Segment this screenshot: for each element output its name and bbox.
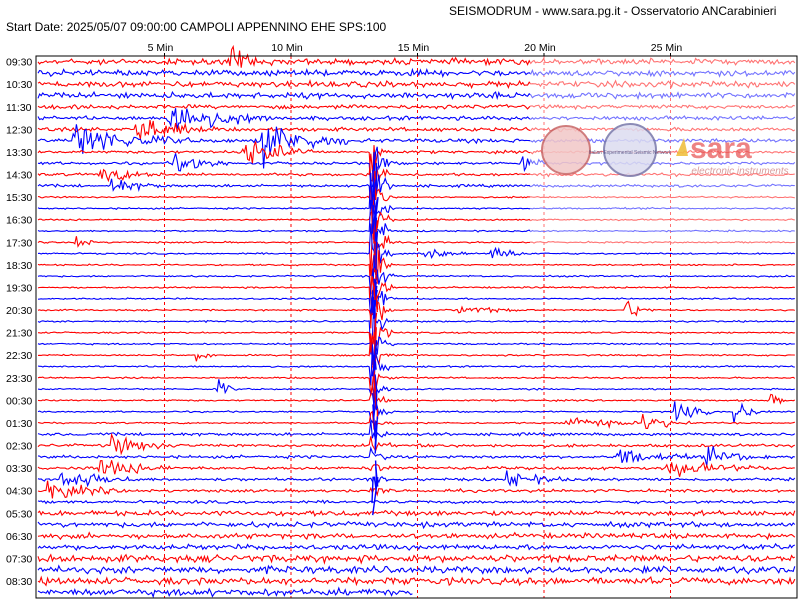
trace-row — [37, 531, 796, 541]
y-time-label: 17:30 — [6, 237, 32, 249]
y-time-label: 00:30 — [6, 395, 32, 407]
trace-row — [37, 575, 796, 587]
y-time-label: 12:30 — [6, 124, 32, 136]
trace-row — [37, 344, 795, 387]
trace-row — [37, 432, 795, 456]
x-tick-label: 10 Min — [271, 42, 303, 54]
y-time-label: 10:30 — [6, 79, 32, 91]
trace-row — [37, 326, 795, 353]
trace-row — [37, 509, 796, 518]
trace-row — [37, 296, 796, 355]
trace-row — [37, 368, 796, 396]
trace-row — [37, 586, 413, 599]
sara-watermark: Italian Experimental Seismic Network sara… — [530, 56, 797, 246]
trace-row — [37, 401, 795, 424]
y-time-label: 19:30 — [6, 283, 32, 295]
x-tick-label: 25 Min — [651, 42, 683, 54]
trace-row — [37, 410, 795, 430]
y-time-label: 16:30 — [6, 215, 32, 227]
y-time-label: 03:30 — [6, 463, 32, 475]
trace-row — [37, 257, 795, 316]
y-time-label: 07:30 — [6, 554, 32, 566]
y-time-label: 01:30 — [6, 418, 32, 430]
trace-row — [37, 278, 795, 318]
trace-row — [37, 336, 795, 367]
y-time-label: 05:30 — [6, 508, 32, 520]
trace-row — [37, 553, 796, 565]
trace-row — [37, 480, 796, 499]
y-time-label: 06:30 — [6, 531, 32, 543]
x-ticks: 5 Min 10 Min 15 Min 20 Min 25 Min — [148, 42, 683, 56]
trace-row — [37, 446, 795, 467]
y-time-label: 15:30 — [6, 192, 32, 204]
y-time-label: 13:30 — [6, 147, 32, 159]
y-time-label: 22:30 — [6, 350, 32, 362]
trace-row — [37, 379, 795, 406]
trace-row — [37, 542, 796, 552]
x-tick-label: 5 Min — [148, 42, 174, 54]
y-axis-labels: 09:30 10:30 11:30 12:30 13:30 14:30 15:30 16:30… — [6, 57, 32, 588]
trace-row — [37, 520, 796, 530]
trace-row — [37, 564, 796, 575]
y-time-label: 14:30 — [6, 170, 32, 182]
y-time-label: 21:30 — [6, 328, 32, 340]
trace-row — [37, 499, 796, 505]
y-time-label: 09:30 — [6, 57, 32, 69]
y-time-label: 23:30 — [6, 373, 32, 385]
seismogram-plot: 5 Min 10 Min 15 Min 20 Min 25 Min Italian Ex… — [6, 42, 798, 599]
x-tick-label: 15 Min — [398, 42, 430, 54]
y-time-label: 04:30 — [6, 486, 32, 498]
trace-row — [37, 300, 795, 321]
trace-row — [37, 459, 795, 477]
seal-text: Italian Experimental Seismic Network — [589, 150, 672, 156]
y-time-label: 18:30 — [6, 260, 32, 272]
trace-row — [37, 385, 796, 405]
y-time-label: 11:30 — [6, 102, 32, 114]
sara-brand: sara — [690, 132, 752, 165]
trace-row — [37, 470, 796, 488]
x-tick-label: 20 Min — [524, 42, 556, 54]
trace-row — [37, 333, 795, 367]
y-time-label: 02:30 — [6, 441, 32, 453]
carabinieri-seal-icon — [541, 125, 591, 175]
y-time-label: 08:30 — [6, 576, 32, 588]
quake-spike — [374, 436, 377, 448]
sara-tagline: electronic instruments — [691, 166, 788, 177]
y-time-label: 20:30 — [6, 305, 32, 317]
